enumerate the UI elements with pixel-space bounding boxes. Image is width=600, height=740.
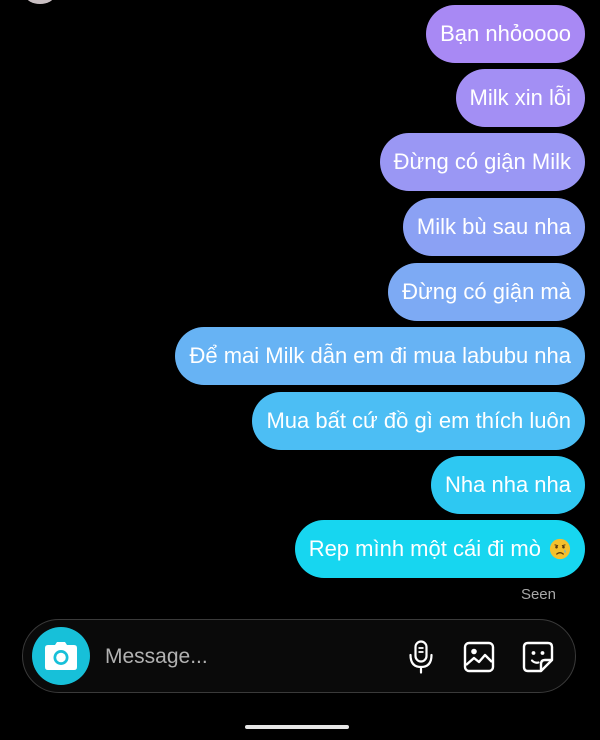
gallery-button[interactable] bbox=[461, 639, 497, 675]
message-composer bbox=[22, 619, 576, 693]
home-indicator[interactable] bbox=[245, 725, 349, 729]
message-bubble[interactable]: Milk xin lỗi bbox=[455, 69, 585, 127]
message-bubble[interactable]: Đừng có giận mà bbox=[388, 263, 585, 321]
message-text: Đừng có giận mà bbox=[402, 279, 571, 304]
message-bubble[interactable]: Milk bù sau nha bbox=[402, 198, 585, 256]
message-text: Bạn nhỏoooo bbox=[440, 21, 571, 46]
microphone-icon bbox=[409, 640, 433, 674]
message-bubble[interactable]: Rep mình một cái đi mò bbox=[294, 520, 585, 578]
sticker-button[interactable] bbox=[520, 639, 556, 675]
message-text: Đừng có giận Milk bbox=[393, 149, 571, 174]
message-bubble[interactable]: Nha nha nha bbox=[431, 456, 585, 514]
message-text: Milk bù sau nha bbox=[416, 214, 571, 239]
message-text: Rep mình một cái đi mò bbox=[308, 536, 541, 561]
message-text: Nha nha nha bbox=[445, 472, 571, 497]
camera-button[interactable] bbox=[32, 627, 90, 685]
seen-indicator: Seen bbox=[520, 586, 556, 603]
message-bubble[interactable]: Mua bất cứ đồ gì em thích luôn bbox=[252, 392, 585, 450]
message-text: Milk xin lỗi bbox=[469, 85, 571, 110]
message-bubble[interactable]: Bạn nhỏoooo bbox=[426, 5, 585, 63]
message-input[interactable] bbox=[105, 642, 365, 672]
message-text: Mua bất cứ đồ gì em thích luôn bbox=[266, 408, 571, 433]
message-bubble[interactable]: Đừng có giận Milk bbox=[379, 133, 585, 191]
camera-icon bbox=[45, 642, 77, 670]
sticker-icon bbox=[522, 641, 554, 673]
crying-face-icon bbox=[549, 538, 571, 560]
voice-message-button[interactable] bbox=[403, 639, 439, 675]
message-text: Để mai Milk dẫn em đi mua labubu nha bbox=[189, 343, 571, 368]
contact-avatar[interactable] bbox=[26, 0, 54, 4]
image-gallery-icon bbox=[463, 641, 495, 673]
message-bubble[interactable]: Để mai Milk dẫn em đi mua labubu nha bbox=[175, 327, 585, 385]
